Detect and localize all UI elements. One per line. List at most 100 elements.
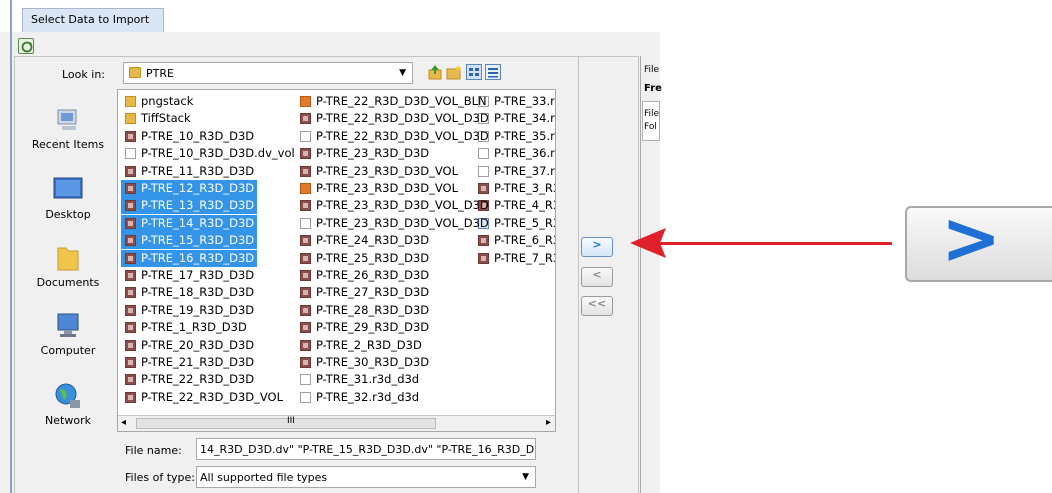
remove-button[interactable]: <: [581, 267, 613, 287]
list-view-icon[interactable]: [466, 64, 482, 80]
file-name: P-TRE_12_R3D_D3D: [141, 181, 255, 195]
file-list-item[interactable]: P-TRE_20_R3D_D3D: [121, 337, 257, 354]
import-window: Select Data to Import Look in: PTRE ▼ Re…: [0, 0, 662, 493]
file-icon: [300, 322, 311, 334]
file-list-item[interactable]: P-TRE_23_R3D_D3D: [296, 145, 432, 162]
file-list-item[interactable]: P-TRE_31.r3d_d3d: [296, 371, 422, 388]
file-name: P-TRE_4_R3D_: [494, 198, 555, 213]
file-list-item[interactable]: P-TRE_22_R3D_D3D_VOL_D3D: [296, 128, 492, 145]
file-list-item[interactable]: P-TRE_37.r3d_: [474, 163, 555, 180]
scroll-thumb[interactable]: III: [136, 416, 436, 429]
sidebar-item-computer[interactable]: Computer: [28, 310, 108, 358]
zoomed-add-button: >: [905, 200, 1052, 282]
file-list-item[interactable]: P-TRE_22_R3D_D3D_VOL_D3D: [296, 110, 492, 127]
file-type-select[interactable]: All supported file types ▼: [196, 466, 536, 488]
file-list-item[interactable]: P-TRE_36.r3d_: [474, 145, 555, 162]
file-list[interactable]: P-TRE_7_R3D_ P-TRE_6_R3D_ P-TRE_5_R3D_ P-TR…: [117, 89, 556, 432]
file-list-item[interactable]: P-TRE_15_R3D_D3D: [121, 232, 258, 250]
sidebar-item-desktop[interactable]: Desktop: [28, 174, 108, 222]
file-list-item[interactable]: P-TRE_23_R3D_D3D_VOL: [296, 180, 461, 197]
horizontal-scrollbar[interactable]: ◂ III ▸: [118, 415, 555, 431]
file-list-item[interactable]: P-TRE_32.r3d_d3d: [296, 389, 422, 406]
file-name: P-TRE_34.r3d_: [494, 111, 555, 126]
file-icon: [125, 252, 136, 264]
file-list-item[interactable]: P-TRE_23_R3D_D3D_VOL: [296, 163, 461, 180]
right-panel-row2: Fol: [644, 122, 657, 132]
file-icon: [125, 339, 136, 351]
file-list-item[interactable]: P-TRE_10_R3D_D3D.dv_vol: [121, 145, 298, 162]
file-list-item[interactable]: P-TRE_6_R3D_: [474, 232, 555, 249]
file-list-item[interactable]: P-TRE_21_R3D_D3D: [121, 354, 257, 371]
chevron-down-icon: ▼: [399, 68, 406, 78]
file-list-item[interactable]: P-TRE_12_R3D_D3D: [121, 180, 258, 197]
file-name: P-TRE_22_R3D_D3D_VOL_BLN: [316, 94, 487, 108]
documents-folder-icon: [57, 247, 79, 271]
file-icon: [125, 148, 136, 160]
file-icon: [300, 200, 311, 212]
file-name: P-TRE_25_R3D_D3D: [316, 250, 430, 265]
file-list-item[interactable]: P-TRE_14_R3D_D3D: [121, 214, 258, 232]
annotation-arrow-line: [660, 242, 892, 245]
file-list-item[interactable]: P-TRE_7_R3D_: [474, 250, 555, 267]
file-icon: [300, 148, 311, 160]
file-list-item[interactable]: P-TRE_23_R3D_D3D_VOL_D3D: [296, 197, 492, 214]
add-button[interactable]: >: [581, 237, 613, 257]
file-list-item[interactable]: P-TRE_13_R3D_D3D: [121, 197, 258, 215]
file-list-item[interactable]: P-TRE_18_R3D_D3D: [121, 284, 257, 301]
file-list-item[interactable]: P-TRE_26_R3D_D3D: [296, 267, 432, 284]
file-name: P-TRE_1_R3D_D3D: [141, 320, 247, 335]
sidebar-item-network[interactable]: Network: [28, 380, 108, 428]
file-list-item[interactable]: P-TRE_1_R3D_D3D: [121, 319, 250, 336]
file-icon: [125, 165, 136, 177]
file-icon: [125, 287, 136, 299]
file-list-item[interactable]: P-TRE_27_R3D_D3D: [296, 284, 432, 301]
file-name: P-TRE_26_R3D_D3D: [316, 268, 430, 282]
chevron-down-icon: ▼: [522, 472, 529, 482]
file-name: P-TRE_14_R3D_D3D: [141, 215, 255, 230]
file-list-item[interactable]: P-TRE_2_R3D_D3D: [296, 337, 425, 354]
file-list-item[interactable]: P-TRE_22_R3D_D3D: [121, 371, 257, 388]
file-name: P-TRE_7_R3D_: [494, 250, 555, 265]
file-list-item[interactable]: P-TRE_16_R3D_D3D: [121, 249, 258, 267]
remove-all-button[interactable]: <<: [581, 296, 613, 316]
file-list-item[interactable]: pngstack: [121, 93, 196, 110]
look-in-combo[interactable]: PTRE ▼: [123, 62, 413, 84]
tab-select-data[interactable]: Select Data to Import: [22, 8, 164, 32]
file-list-item[interactable]: TiffStack: [121, 110, 194, 127]
file-list-item[interactable]: P-TRE_28_R3D_D3D: [296, 302, 432, 319]
zoomed-chevron-icon: >: [941, 196, 1002, 280]
file-list-item[interactable]: P-TRE_24_R3D_D3D: [296, 232, 432, 249]
file-list-item[interactable]: P-TRE_29_R3D_D3D: [296, 319, 432, 336]
tab-label: Select Data to Import: [31, 13, 150, 26]
file-list-item[interactable]: P-TRE_11_R3D_D3D: [121, 163, 257, 180]
file-icon: [125, 235, 136, 247]
file-list-item[interactable]: P-TRE_10_R3D_D3D: [121, 128, 257, 145]
file-icon: [125, 270, 136, 281]
up-folder-icon[interactable]: [427, 64, 443, 80]
file-list-item[interactable]: P-TRE_25_R3D_D3D: [296, 250, 432, 267]
file-list-item[interactable]: P-TRE_22_R3D_D3D_VOL: [121, 389, 286, 406]
file-list-item[interactable]: P-TRE_17_R3D_D3D: [121, 267, 257, 284]
new-folder-icon[interactable]: [446, 64, 462, 80]
sidebar-item-recent[interactable]: Recent Items: [28, 104, 108, 152]
file-list-item[interactable]: P-TRE_3_R3D_: [474, 180, 555, 197]
file-list-item[interactable]: P-TRE_30_R3D_D3D: [296, 354, 432, 371]
file-list-item[interactable]: P-TRE_23_R3D_D3D_VOL_D3D: [296, 215, 492, 232]
scroll-right-icon[interactable]: ▸: [546, 417, 551, 428]
refresh-button[interactable]: [18, 38, 34, 54]
sidebar-item-documents[interactable]: Documents: [28, 242, 108, 290]
details-view-icon[interactable]: [485, 64, 501, 80]
file-icon: [300, 113, 311, 125]
file-icon: [300, 165, 311, 177]
scroll-left-icon[interactable]: ◂: [121, 417, 126, 428]
file-icon: [300, 339, 311, 351]
right-panel-header: File: [644, 65, 660, 75]
sidebar-label: Desktop: [45, 208, 91, 221]
file-icon: [478, 165, 489, 177]
file-list-item[interactable]: P-TRE_19_R3D_D3D: [121, 302, 257, 319]
file-name-input[interactable]: 14_R3D_D3D.dv" "P-TRE_15_R3D_D3D.dv" "P-…: [196, 438, 536, 460]
file-icon: [478, 183, 489, 194]
file-list-item[interactable]: P-TRE_22_R3D_D3D_VOL_BLN: [296, 93, 490, 110]
file-name: TiffStack: [141, 111, 191, 126]
file-name: P-TRE_13_R3D_D3D: [141, 198, 255, 213]
